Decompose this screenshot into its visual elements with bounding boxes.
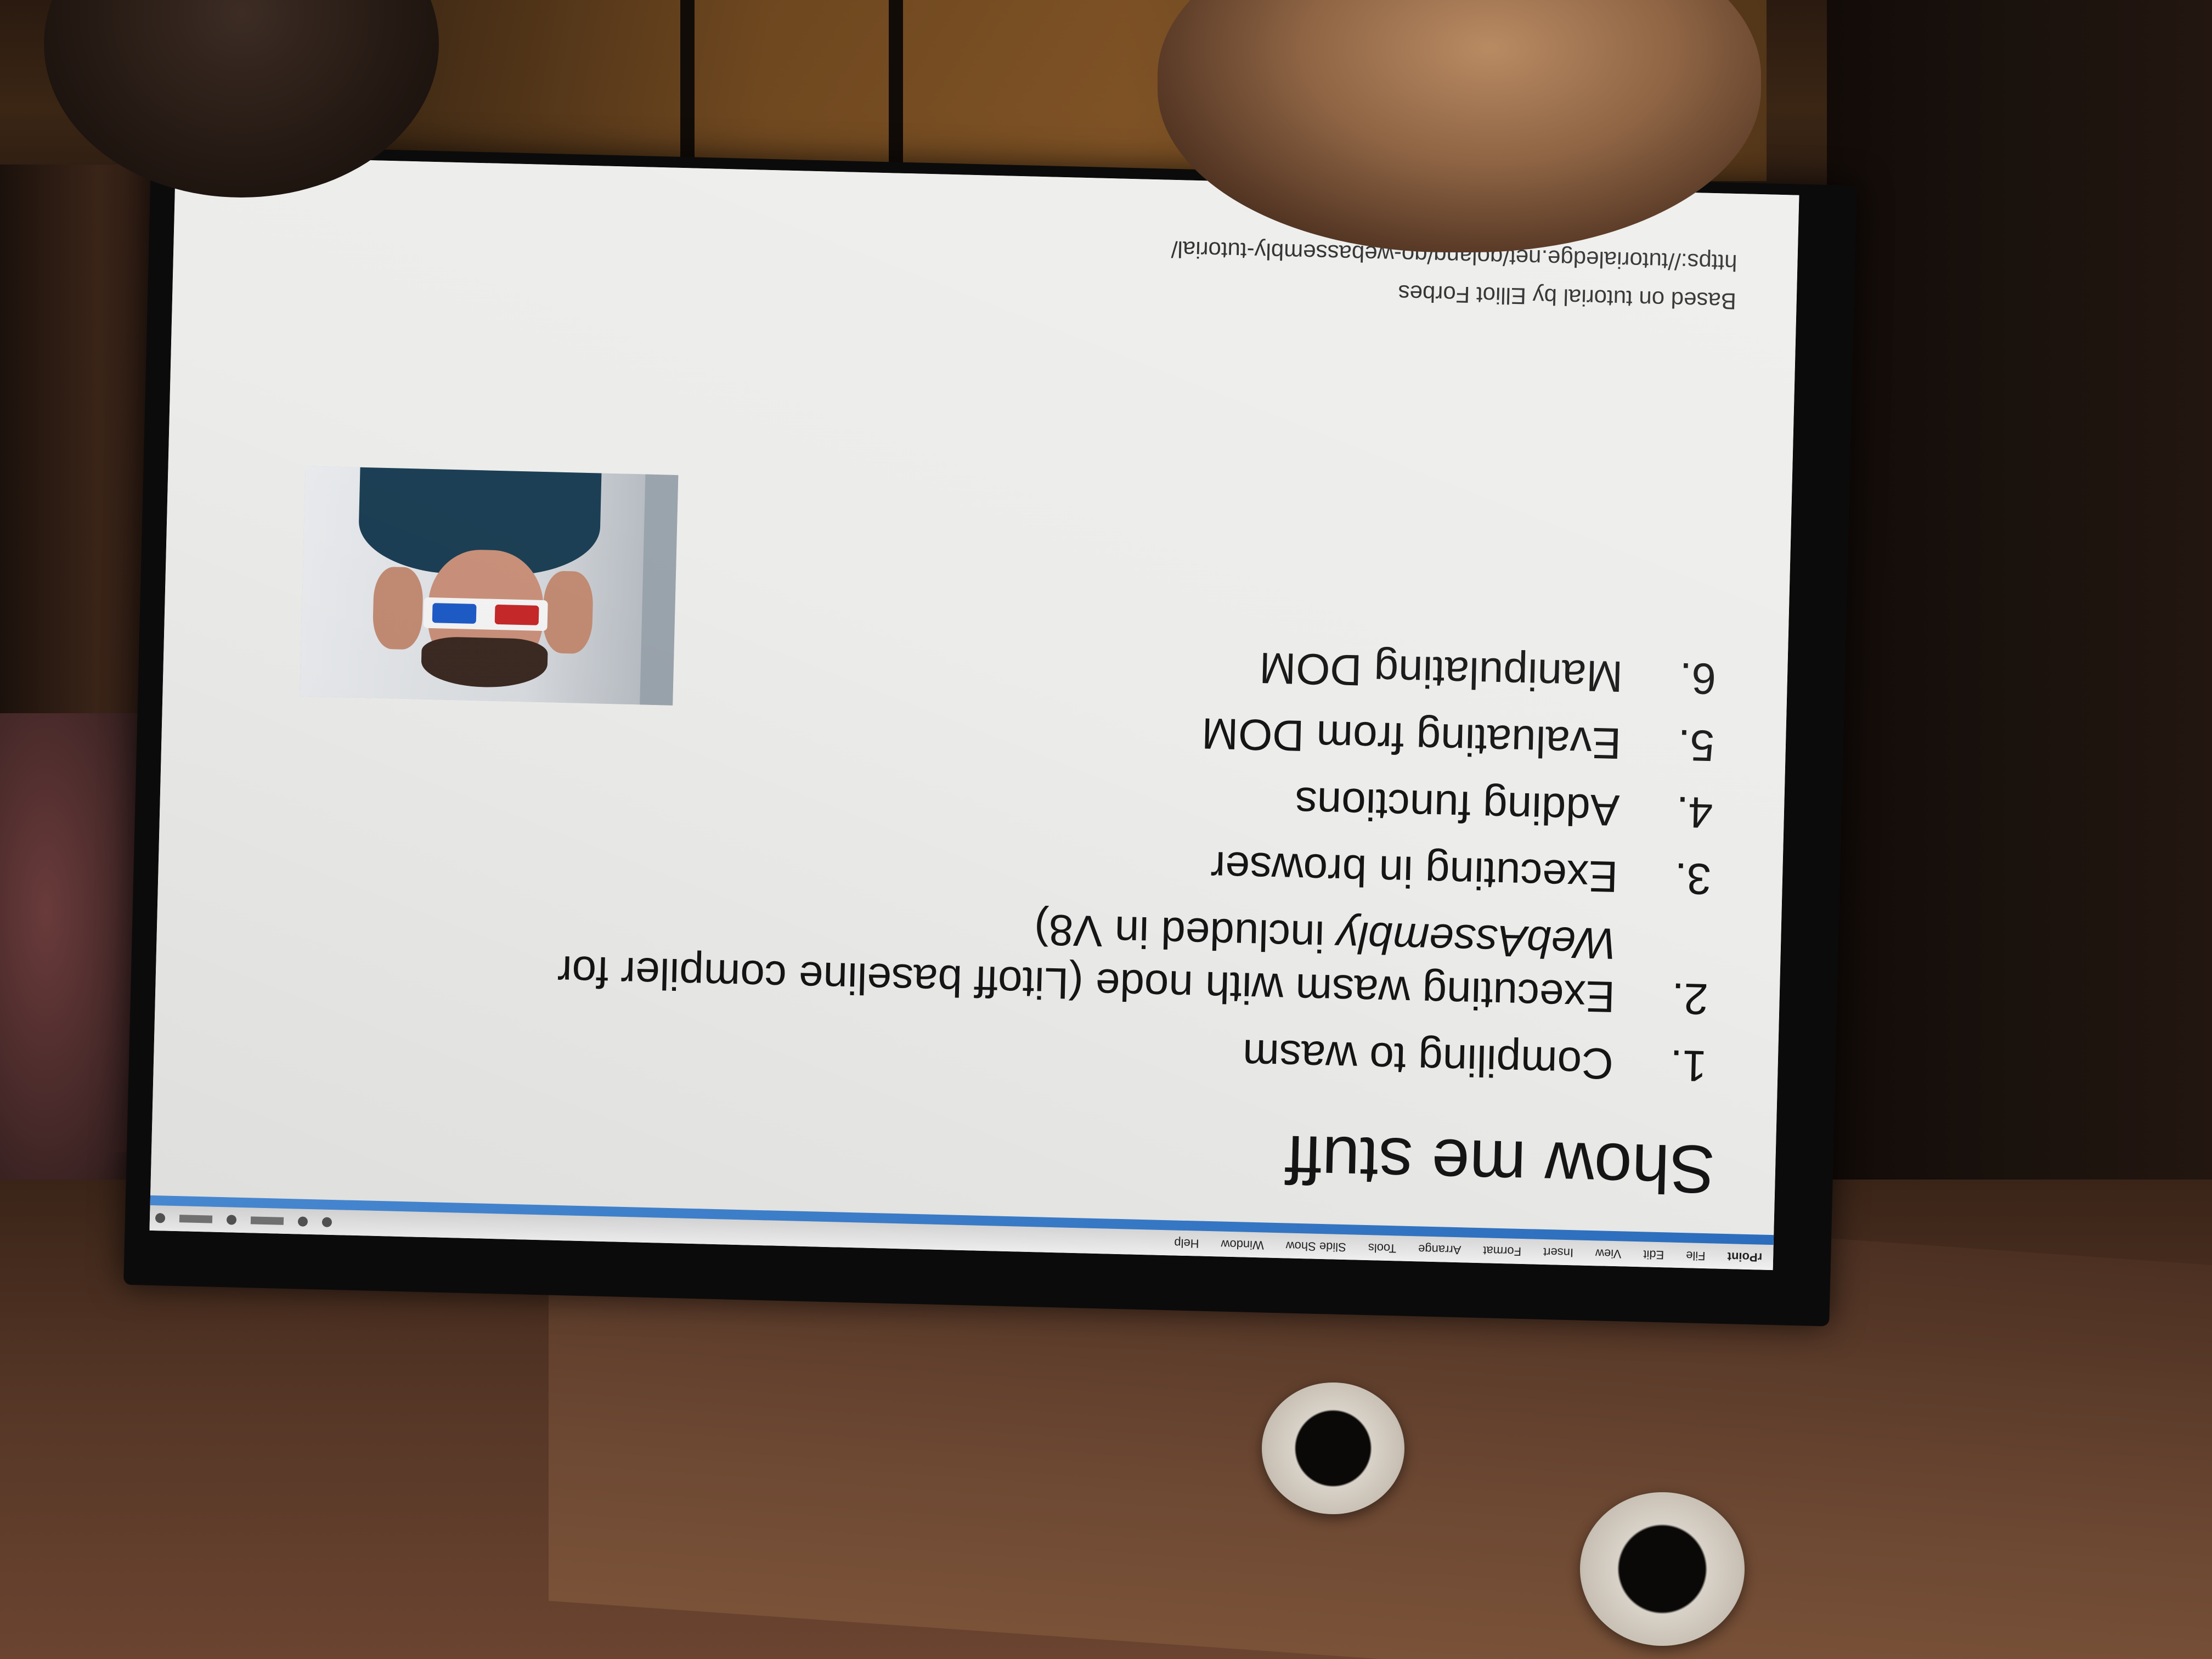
list-item: 2. Executing wasm with node (Litoff basel… [556, 891, 1710, 1026]
monitor-screen: rPoint File Edit View Insert Format Arra… [149, 155, 1799, 1271]
menu-item-arrange[interactable]: Arrange [1418, 1242, 1462, 1257]
list-item: 3. Executing in browser [558, 825, 1712, 906]
menu-item-window[interactable]: Window [1221, 1237, 1264, 1252]
slide-title: Show me stuff [1284, 1121, 1716, 1207]
list-item-text: Executing wasm with node (Litoff baselin… [556, 891, 1617, 1024]
slide-list: 1. Compiling to wasm 2. Executing wasm with… [554, 611, 1717, 1093]
status-icon[interactable] [321, 1217, 332, 1227]
window-mullion [889, 0, 903, 187]
menu-item-edit[interactable]: Edit [1643, 1247, 1664, 1262]
list-item: 1. Compiling to wasm [554, 1011, 1707, 1093]
right-wall [1827, 0, 2212, 1372]
list-item-text: Executing in browser [558, 825, 1619, 904]
status-icon[interactable] [250, 1216, 284, 1225]
list-item-number: 6. [1679, 654, 1717, 704]
ceiling-camera [1580, 1492, 1745, 1646]
list-item-fragment: included in V8) [1034, 905, 1338, 962]
list-item-number: 2. [1671, 974, 1709, 1024]
slide: rPoint File Edit View Insert Format Arra… [149, 155, 1799, 1271]
list-item-fragment: Adding functions [1294, 778, 1621, 835]
list-item-text: Manipulating DOM [563, 624, 1623, 704]
menu-item-format[interactable]: Format [1483, 1243, 1521, 1259]
photo-person-hand [372, 566, 424, 650]
slide-photo [300, 466, 679, 706]
menu-item-tools[interactable]: Tools [1368, 1240, 1396, 1255]
list-item: 6. Manipulating DOM [563, 624, 1717, 706]
menu-status-area [149, 1212, 332, 1227]
list-item-fragment: Compiling to wasm [1242, 1030, 1614, 1088]
list-item-number: 5. [1677, 720, 1715, 771]
photo-scene: rPoint File Edit View Insert Format Arra… [0, 0, 2212, 1659]
list-item-text: Evaluating from DOM [562, 691, 1622, 770]
3d-glasses-icon [423, 597, 548, 631]
list-item-emphasis: WebAssembly [1336, 912, 1617, 968]
list-item-number: 3. [1674, 854, 1712, 904]
list-item-number: 1. [1669, 1041, 1707, 1091]
ceiling-camera [1262, 1383, 1404, 1514]
menu-item-insert[interactable]: Insert [1543, 1245, 1574, 1260]
monitor-bezel: rPoint File Edit View Insert Format Arra… [123, 144, 1857, 1327]
list-item-number: 4. [1675, 787, 1714, 837]
photo-wall [640, 474, 679, 706]
battery-icon[interactable] [179, 1215, 213, 1223]
search-icon[interactable] [155, 1213, 166, 1223]
menu-app-name[interactable]: rPoint [1727, 1249, 1762, 1265]
list-item: 4. Adding functions [560, 758, 1713, 839]
list-item-fragment: Evaluating from DOM [1201, 709, 1622, 769]
wifi-icon[interactable] [226, 1215, 237, 1225]
status-icon[interactable] [297, 1216, 308, 1227]
menu-item-view[interactable]: View [1595, 1246, 1622, 1261]
photo-person-hand [542, 571, 594, 654]
list-item-text: Adding functions [560, 758, 1621, 837]
list-item-fragment: Executing in browser [1210, 843, 1619, 902]
blue-lens [432, 603, 477, 624]
list-item: 5. Evaluating from DOM [562, 691, 1715, 772]
menu-item-help[interactable]: Help [1174, 1235, 1199, 1250]
slide-credit: Based on tutorial by Elliot Forbes [1398, 280, 1737, 314]
menu-item-slide-show[interactable]: Slide Show [1285, 1238, 1346, 1254]
menu-item-file[interactable]: File [1686, 1248, 1706, 1263]
list-item-fragment: Manipulating DOM [1259, 644, 1624, 702]
red-lens [494, 604, 539, 625]
list-item-text: Compiling to wasm [554, 1011, 1614, 1091]
